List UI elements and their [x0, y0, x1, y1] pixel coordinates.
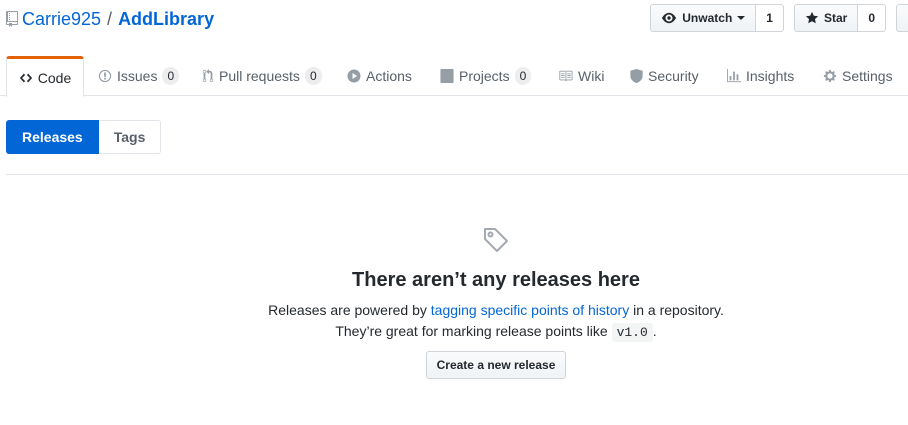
tab-settings-label: Settings [842, 68, 893, 84]
unwatch-label: Unwatch [682, 11, 733, 25]
tab-settings[interactable]: Settings [823, 56, 893, 96]
tab-pull-requests[interactable]: Pull requests 0 [202, 56, 322, 96]
graph-icon [727, 69, 741, 83]
gear-icon [823, 69, 837, 83]
subnav-tags[interactable]: Tags [98, 120, 162, 154]
star-label: Star [823, 11, 848, 25]
blankslate-title: There aren’t any releases here [352, 269, 640, 291]
blankslate-line-1: Releases are powered by tagging specific… [0, 300, 908, 321]
repo-actions: Unwatch 1 Star 0 [650, 4, 908, 32]
chevron-down-icon [737, 16, 746, 20]
issue-icon [98, 69, 112, 83]
tab-issues[interactable]: Issues 0 [98, 56, 180, 96]
line1-suffix: in a repository. [629, 302, 724, 318]
eye-icon [661, 11, 677, 25]
releases-subnav: Releases Tags [6, 120, 162, 154]
tab-projects[interactable]: Projects 0 [440, 56, 532, 96]
repo-name-link[interactable]: AddLibrary [118, 9, 214, 30]
tab-insights-label: Insights [746, 68, 795, 84]
tab-actions-label: Actions [366, 68, 412, 84]
play-icon [347, 69, 361, 83]
tagging-link[interactable]: tagging specific points of history [431, 302, 629, 318]
tab-security-label: Security [648, 68, 699, 84]
tab-insights[interactable]: Insights [727, 56, 794, 96]
line1-prefix: Releases are powered by [268, 302, 431, 318]
repo-owner-link[interactable]: Carrie925 [22, 9, 101, 30]
repo-tabnav: Code Issues 0 Pull requests 0 Actions Pr… [0, 56, 908, 97]
repo-separator: / [107, 8, 113, 29]
project-icon [440, 69, 454, 83]
projects-counter: 0 [514, 67, 532, 85]
watch-count[interactable]: 1 [756, 4, 784, 32]
tab-issues-label: Issues [117, 68, 158, 84]
tag-icon [482, 226, 510, 257]
version-code: v1.0 [611, 323, 653, 342]
divider [6, 174, 908, 175]
tab-actions[interactable]: Actions [347, 56, 412, 96]
tab-code[interactable]: Code [6, 56, 84, 97]
star-count[interactable]: 0 [858, 4, 886, 32]
tab-wiki[interactable]: Wiki [558, 56, 604, 96]
subnav-releases[interactable]: Releases [6, 120, 99, 154]
star-button[interactable]: Star [793, 4, 859, 32]
code-icon [19, 71, 33, 85]
book-icon [558, 69, 573, 83]
blankslate: There aren’t any releases here Releases … [0, 226, 908, 379]
blankslate-line-2: They’re great for marking release points… [0, 321, 908, 343]
tab-pull-requests-label: Pull requests [219, 68, 300, 84]
star-icon [805, 11, 819, 25]
fork-button[interactable] [896, 4, 908, 32]
create-release-button[interactable]: Create a new release [425, 351, 567, 379]
tab-projects-label: Projects [459, 68, 510, 84]
watch-group: Unwatch 1 [650, 4, 784, 32]
repo-header: Carrie925 / AddLibrary [6, 8, 214, 30]
repo-icon [6, 10, 20, 28]
pull-request-icon [202, 69, 214, 83]
pull-requests-counter: 0 [304, 67, 322, 85]
shield-icon [630, 69, 643, 83]
star-group: Star 0 [793, 4, 886, 32]
tab-security[interactable]: Security [630, 56, 699, 96]
line2-prefix: They’re great for marking release points… [335, 323, 612, 339]
tab-code-label: Code [37, 70, 72, 86]
issues-counter: 0 [162, 67, 180, 85]
tab-wiki-label: Wiki [578, 68, 605, 84]
line2-suffix: . [652, 323, 657, 339]
unwatch-button[interactable]: Unwatch [650, 4, 757, 32]
